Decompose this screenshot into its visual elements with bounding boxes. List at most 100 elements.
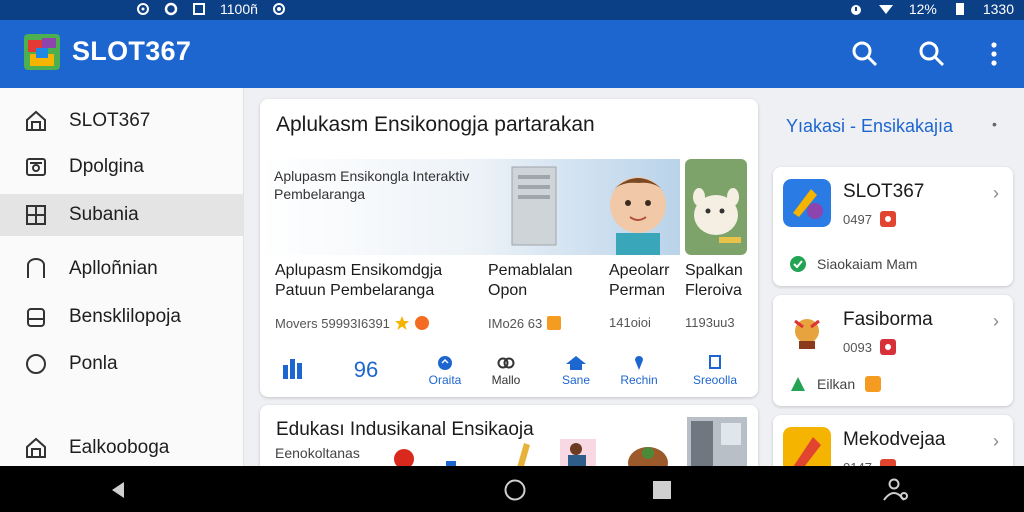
column-2[interactable]: Pemablalan Opon bbox=[488, 261, 573, 301]
banner-title: Aplupasm Ensikongla Interaktiv bbox=[274, 168, 470, 184]
drawer-item-slot367[interactable]: SLOT367 bbox=[0, 100, 244, 142]
accessibility-icon[interactable] bbox=[880, 478, 910, 502]
column-2-line1: Pemablalan bbox=[488, 262, 573, 279]
column-3[interactable]: Apeolarr Perman bbox=[609, 261, 669, 301]
app-version: 0093 bbox=[843, 339, 872, 355]
wifi-icon bbox=[878, 5, 893, 14]
drawer-item-ealkooboga[interactable]: Ealkooboga bbox=[0, 427, 244, 469]
meta-3-text: 141oioi bbox=[609, 315, 651, 330]
drawer-item-ponla[interactable]: Ponla bbox=[0, 343, 244, 385]
column-3-line1: Apeolarr bbox=[609, 262, 670, 279]
pin-icon bbox=[635, 356, 643, 370]
column-4[interactable]: Spalkan Fleroiva bbox=[685, 261, 743, 301]
side-title: Yıakasi - Ensikakajıa bbox=[786, 116, 954, 136]
app-footer-text: Siaokaiam Mam bbox=[817, 256, 918, 272]
column-1-line1: Aplupasm Ensikomdgja bbox=[275, 262, 443, 279]
system-nav-bar bbox=[0, 466, 1024, 512]
meta-4-text: 1193uu3 bbox=[685, 315, 735, 330]
drawer-item-label: Subania bbox=[69, 204, 139, 225]
drawer-item-label: Ealkooboga bbox=[69, 437, 170, 458]
search-icon bbox=[919, 41, 945, 67]
column-1-line2: Patuun Pembelaranga bbox=[275, 282, 435, 299]
app-card-fasiborma[interactable]: Fasiborma 0093 › Eilkan bbox=[773, 295, 1013, 406]
chevron-right-icon[interactable]: › bbox=[993, 431, 999, 452]
back-icon[interactable] bbox=[106, 478, 130, 502]
home-icon bbox=[26, 437, 46, 458]
square-icon bbox=[193, 3, 205, 15]
banner-subtitle: Pembelaranga bbox=[274, 186, 366, 202]
bookmark-icon bbox=[709, 355, 721, 369]
column-1[interactable]: Aplupasm Ensikomdgja Patuun Pembelaranga bbox=[275, 261, 442, 301]
chart-button[interactable] bbox=[280, 355, 306, 381]
tool-label: Rechin bbox=[620, 373, 658, 387]
drawer-item-label: SLOT367 bbox=[69, 110, 151, 131]
drawer-item-dpolgina[interactable]: Dpolgina bbox=[0, 146, 244, 188]
app-version: 0497 bbox=[843, 211, 872, 227]
app-version-row: 0497 bbox=[843, 211, 896, 227]
search-button[interactable] bbox=[849, 38, 881, 70]
featured-heading: Aplukasm Ensikonogja partarakan bbox=[276, 113, 595, 136]
meta-1-text: Movers 59993I6391 bbox=[275, 315, 390, 331]
status-left-text: 1100ñ bbox=[220, 1, 258, 17]
meta-1: Movers 59993I6391 bbox=[275, 315, 430, 331]
meta-2: IMo26 63 bbox=[488, 315, 562, 331]
meta-4: 1193uu3 bbox=[685, 315, 735, 330]
tool-sreoolla[interactable]: Sreoolla bbox=[684, 355, 746, 387]
globe-icon bbox=[438, 356, 452, 370]
install-badge-icon bbox=[879, 211, 896, 227]
overflow-menu-button[interactable] bbox=[978, 38, 1010, 70]
app-version-row: 0093 bbox=[843, 339, 896, 355]
leaf-icon bbox=[791, 377, 805, 391]
side-menu-dot[interactable]: • bbox=[992, 116, 997, 132]
app-bar: SLOT367 bbox=[0, 20, 1024, 88]
drawer-item-label: Aplloñnian bbox=[69, 258, 158, 279]
app-name: Mekodvejaa bbox=[843, 429, 946, 450]
app-icon bbox=[783, 307, 831, 355]
tool-sane[interactable]: Sane bbox=[556, 355, 596, 387]
column-4-line1: Spalkan bbox=[685, 262, 743, 279]
tool-oraita[interactable]: Oraita bbox=[420, 355, 470, 387]
camera-icon bbox=[26, 158, 46, 176]
install-badge-icon bbox=[879, 339, 896, 355]
drawer-item-apllonnian[interactable]: Aplloñnian bbox=[0, 248, 244, 290]
search-button-2[interactable] bbox=[916, 38, 948, 70]
tool-rechin[interactable]: Rechin bbox=[614, 355, 664, 387]
drawer-item-label: Bensklilopoja bbox=[69, 306, 181, 327]
search-icon bbox=[852, 41, 878, 67]
count-value: 96 bbox=[353, 357, 379, 382]
column-4-line2: Fleroiva bbox=[685, 282, 742, 299]
meta-3: 141oioi bbox=[609, 315, 651, 330]
second-card[interactable]: Edukası Indusikanal Ensikaoja Eenokoltan… bbox=[260, 405, 758, 475]
app-footer: Eilkan bbox=[789, 375, 882, 393]
chevron-right-icon[interactable]: › bbox=[993, 183, 999, 204]
home-circle-icon[interactable] bbox=[503, 478, 527, 502]
recents-icon[interactable] bbox=[650, 478, 674, 502]
drawer-item-subania[interactable]: Subania bbox=[0, 194, 244, 236]
badge-icon bbox=[414, 316, 429, 330]
plush-toy-image bbox=[685, 159, 747, 255]
notification-icon bbox=[272, 3, 285, 15]
tool-mallo[interactable]: Mallo bbox=[482, 355, 530, 387]
app-name: SLOT367 bbox=[843, 181, 925, 202]
app-name: Fasiborma bbox=[843, 309, 933, 330]
badge-icon bbox=[547, 316, 562, 330]
app-logo-icon bbox=[24, 34, 60, 70]
featured-card[interactable]: Aplukasm Ensikonogja partarakan Aplupasm… bbox=[260, 99, 758, 397]
drawer-item-bensklilopoja[interactable]: Bensklilopoja bbox=[0, 296, 244, 338]
drawer-item-label: Ponla bbox=[69, 353, 118, 374]
tool-label: Mallo bbox=[491, 373, 521, 387]
tool-label: Sane bbox=[561, 373, 591, 387]
star-icon bbox=[394, 316, 409, 330]
app-card-slot367[interactable]: SLOT367 0497 › Siaokaiam Mam bbox=[773, 167, 1013, 286]
drawer-item-label: Dpolgina bbox=[69, 156, 144, 177]
bookmark-icon bbox=[27, 258, 45, 278]
chat-icon bbox=[790, 256, 806, 272]
navigation-drawer: SLOT367 Dpolgina Subania Aplloñnian Bens… bbox=[0, 88, 244, 466]
banner-text: Aplupasm Ensikongla Interaktiv Pembelara… bbox=[274, 167, 514, 203]
meta-2-text: IMo26 63 bbox=[488, 315, 543, 331]
chevron-right-icon[interactable]: › bbox=[993, 311, 999, 332]
circle-icon bbox=[26, 354, 46, 374]
alarm-icon bbox=[850, 5, 861, 15]
column-2-line2: Opon bbox=[488, 282, 528, 299]
more-vert-icon bbox=[991, 42, 997, 66]
